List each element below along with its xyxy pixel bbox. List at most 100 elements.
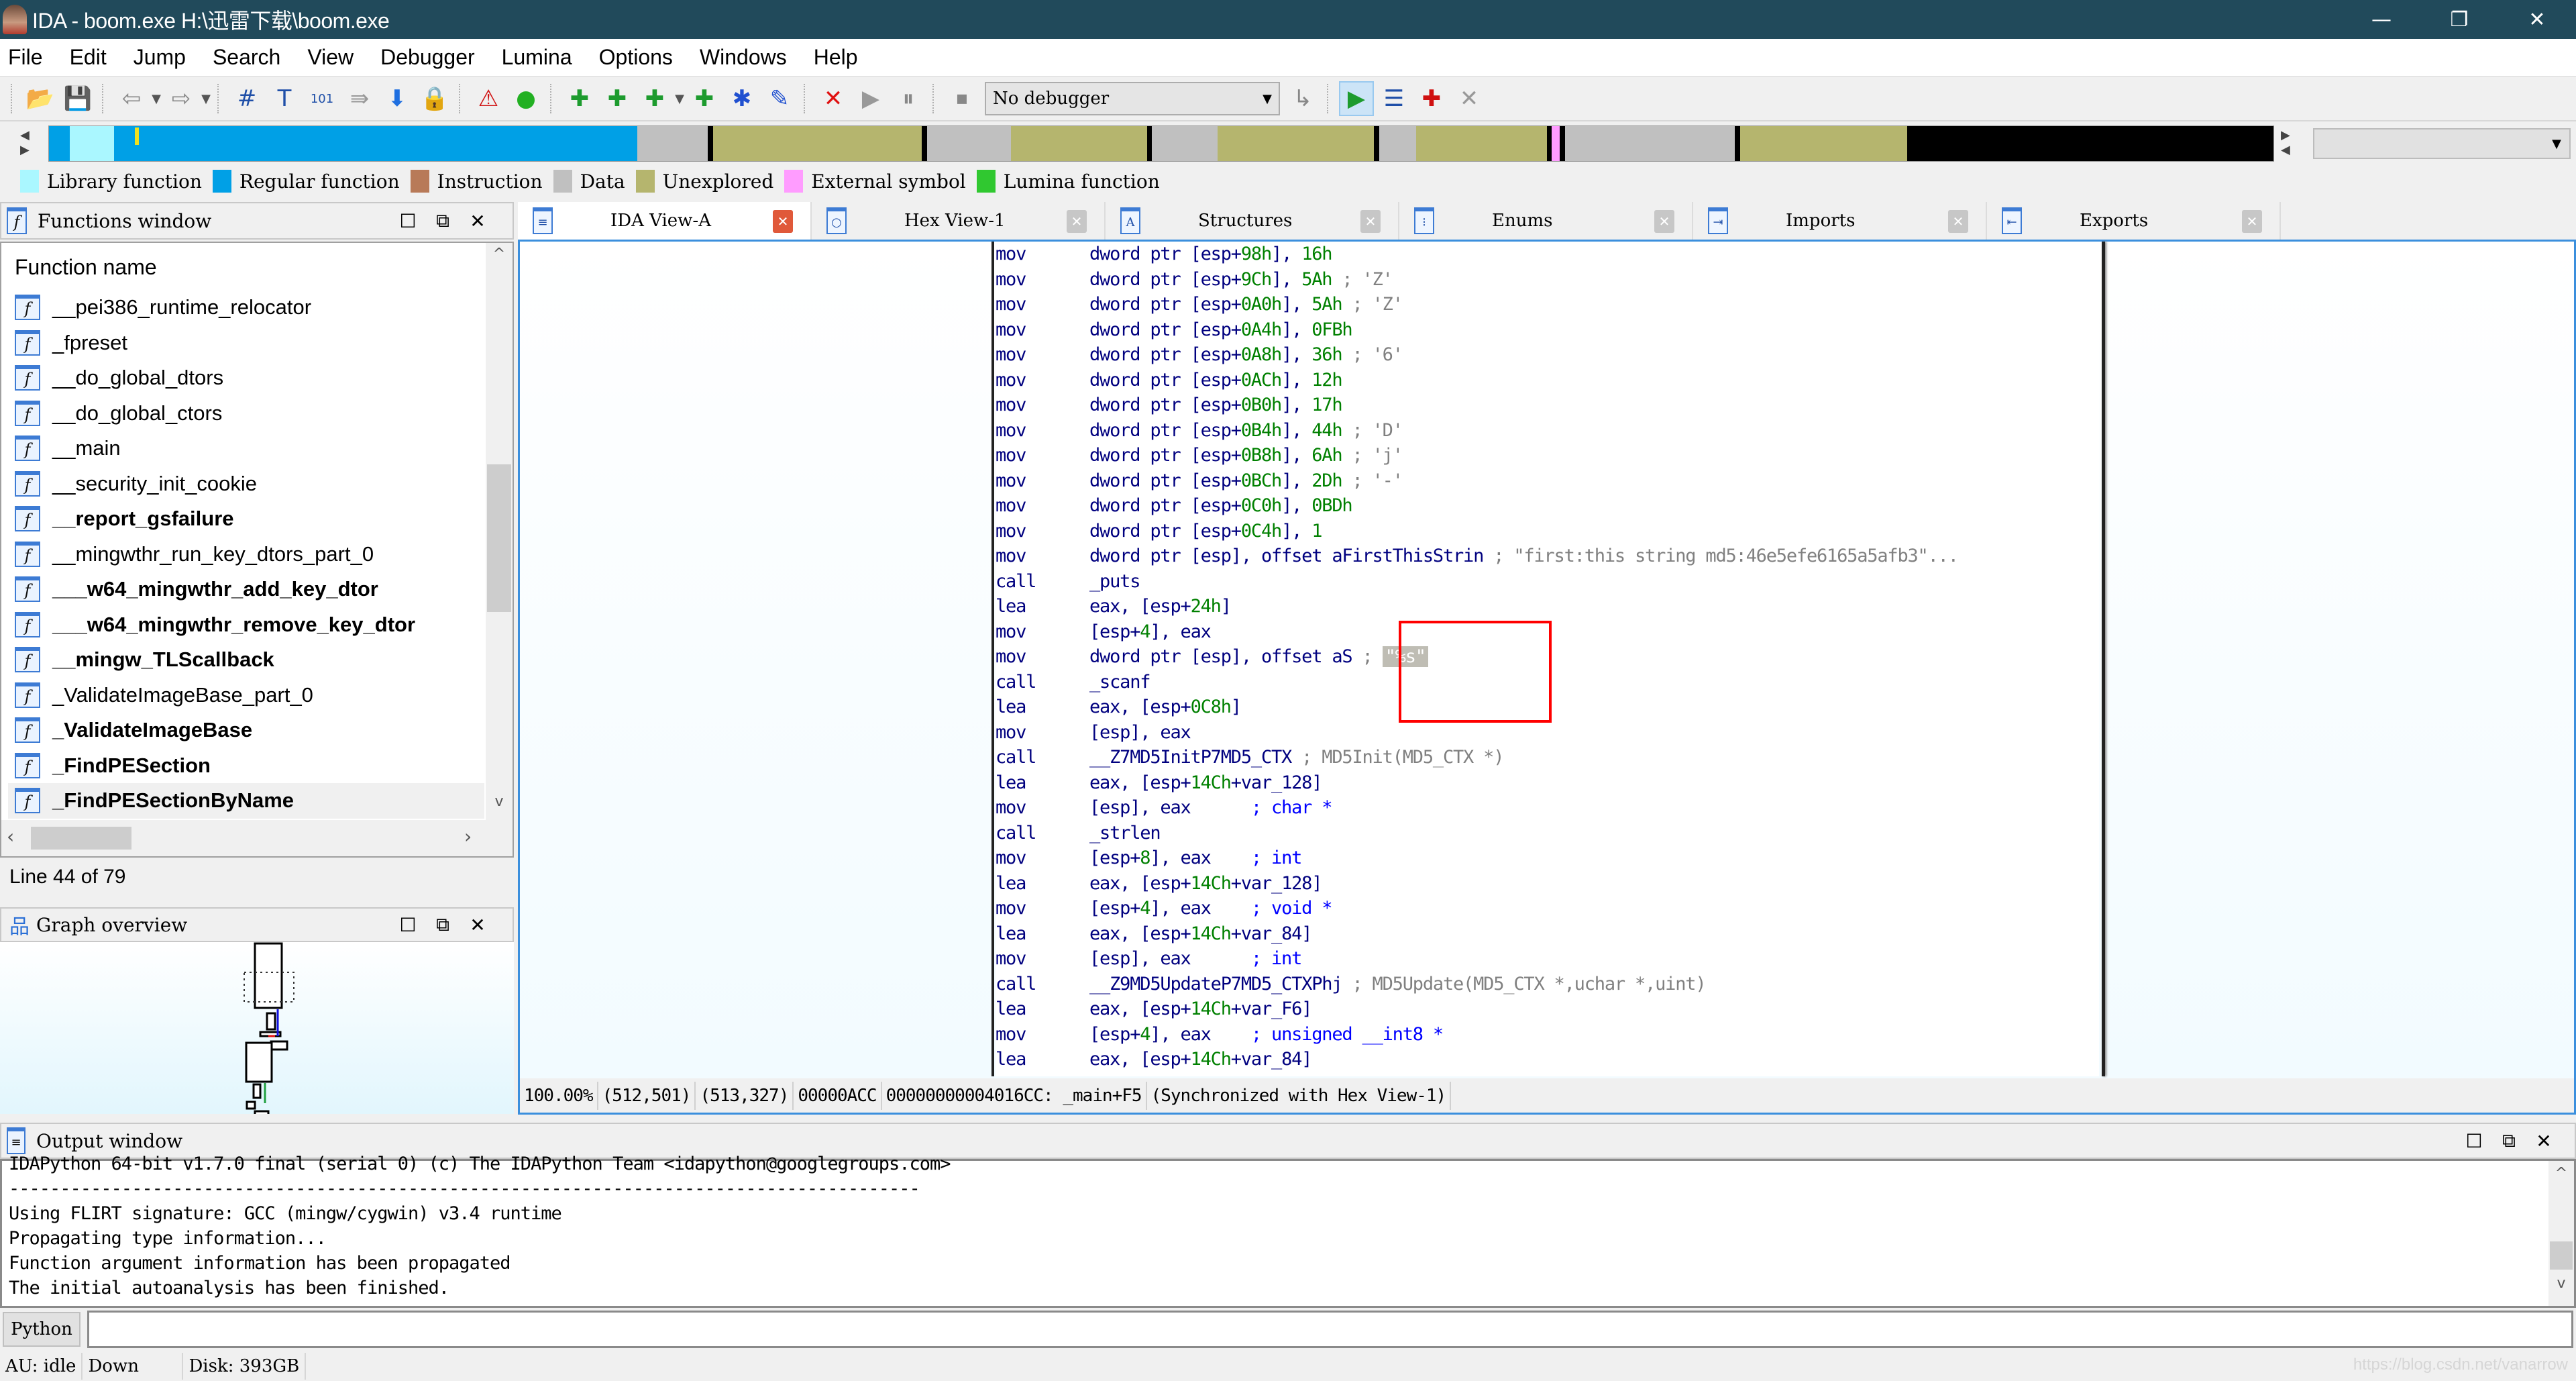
code-line[interactable]: mov dword ptr [esp], offset aFirstThisStr… bbox=[996, 544, 1959, 569]
create-struct-icon[interactable]: ✚ bbox=[687, 81, 722, 116]
scroll-up-icon[interactable]: ^ bbox=[486, 246, 513, 262]
graph-overview-canvas[interactable] bbox=[0, 942, 514, 1118]
delete-icon[interactable]: ✕ bbox=[816, 81, 851, 116]
toolbar-grip[interactable] bbox=[102, 84, 106, 113]
close-button[interactable]: ✕ bbox=[2498, 0, 2576, 39]
nav-segment-regular[interactable] bbox=[49, 126, 70, 161]
code-line[interactable]: mov [esp], eax ; int bbox=[996, 946, 1958, 972]
toolbar-grip[interactable] bbox=[1327, 84, 1331, 113]
function-list-item[interactable]: f __report_gsfailure bbox=[8, 501, 484, 537]
code-line[interactable]: mov [esp+4], eax ; unsigned __int8 * bbox=[996, 1022, 1958, 1047]
save-icon[interactable]: 💾 bbox=[60, 81, 95, 116]
float-icon[interactable]: ⧉ bbox=[425, 913, 460, 936]
python-language-button[interactable]: Python bbox=[3, 1312, 80, 1347]
nav-segment-data[interactable] bbox=[1152, 126, 1218, 161]
close-tab-icon[interactable]: ✕ bbox=[1948, 210, 1968, 233]
nav-segment-data[interactable] bbox=[1564, 126, 1735, 161]
menu-file[interactable]: File bbox=[8, 45, 43, 70]
code-line[interactable]: lea eax, [esp+14Ch+var_84] bbox=[996, 921, 1958, 947]
create-data-icon[interactable]: ✚ bbox=[600, 81, 635, 116]
pause-icon[interactable]: ⏸ bbox=[891, 81, 926, 116]
tab-imports[interactable]: ⇥ Imports ✕ bbox=[1693, 202, 1987, 240]
edit-icon[interactable]: ✎ bbox=[762, 81, 797, 116]
scroll-thumb[interactable] bbox=[2550, 1241, 2573, 1270]
output-vertical-scrollbar[interactable]: ^ v bbox=[2548, 1161, 2574, 1306]
function-list-item[interactable]: f __mingw_TLScallback bbox=[8, 642, 484, 678]
nav-segment-select[interactable]: ▼ bbox=[2313, 128, 2571, 159]
code-line[interactable]: mov dword ptr [esp+98h], 16h bbox=[996, 242, 1958, 267]
menu-edit[interactable]: Edit bbox=[70, 45, 107, 70]
nav-scroll-arrows-right[interactable]: ▶ ◀ bbox=[2281, 128, 2296, 158]
function-list-item[interactable]: f _ValidateImageBase_part_0 bbox=[8, 678, 484, 713]
menu-options[interactable]: Options bbox=[599, 45, 673, 70]
code-line[interactable]: mov dword ptr [esp+0ACh], 12h bbox=[996, 368, 1958, 393]
close-icon[interactable]: ✕ bbox=[460, 210, 495, 232]
search-text-icon[interactable]: T bbox=[267, 81, 302, 116]
menu-search[interactable]: Search bbox=[213, 45, 280, 70]
nav-segment-unexplored-black[interactable] bbox=[1907, 126, 2273, 161]
maximize-icon[interactable]: ☐ bbox=[2457, 1130, 2491, 1152]
dropdown-arrow-icon[interactable]: ▼ bbox=[150, 92, 162, 106]
code-line[interactable]: call _strlen bbox=[996, 821, 1958, 846]
run-to-cursor-icon[interactable]: ▶ bbox=[1339, 81, 1374, 116]
nav-segment-unexplored[interactable] bbox=[1217, 126, 1375, 161]
code-line[interactable]: call __Z7MD5InitP7MD5_CTX ; MD5Init(MD5_C… bbox=[996, 745, 1958, 770]
nav-segment-border[interactable] bbox=[1735, 126, 1740, 161]
warning-icon[interactable]: ⚠ bbox=[471, 81, 506, 116]
float-icon[interactable]: ⧉ bbox=[2491, 1129, 2526, 1152]
navigation-strip[interactable] bbox=[48, 125, 2274, 162]
back-arrow-icon[interactable]: ⇦ bbox=[114, 81, 149, 116]
code-line[interactable]: mov dword ptr [esp+0A4h], 0FBh bbox=[996, 317, 1958, 343]
maximize-icon[interactable]: ☐ bbox=[390, 914, 425, 936]
open-folder-icon[interactable]: 📂 bbox=[23, 81, 58, 116]
nav-segment-border[interactable] bbox=[922, 126, 928, 161]
search-next-icon[interactable]: ⇛ bbox=[342, 81, 377, 116]
nav-segment-border[interactable] bbox=[1146, 126, 1152, 161]
code-line[interactable]: mov dword ptr [esp+0A0h], 5Ah ; 'Z' bbox=[996, 292, 1958, 317]
nav-segment-unexplored[interactable] bbox=[1010, 126, 1147, 161]
nav-segment-external[interactable] bbox=[1552, 126, 1560, 161]
function-list-item[interactable]: f _FindPESection bbox=[8, 748, 484, 784]
code-line[interactable]: call _puts bbox=[996, 569, 1958, 595]
nav-segment-border[interactable] bbox=[1546, 126, 1552, 161]
nav-segment-data[interactable] bbox=[927, 126, 1011, 161]
code-line[interactable]: mov dword ptr [esp+0C4h], 1 bbox=[996, 519, 1958, 544]
nav-segment-data[interactable] bbox=[1379, 126, 1416, 161]
nav-segment-data[interactable] bbox=[637, 126, 708, 161]
toolbar-grip[interactable] bbox=[459, 84, 463, 113]
nav-segment-regular[interactable] bbox=[114, 126, 637, 161]
menu-view[interactable]: View bbox=[307, 45, 354, 70]
nav-segment-border[interactable] bbox=[1560, 126, 1565, 161]
tab-structures[interactable]: A Structures ✕ bbox=[1106, 202, 1399, 240]
code-line[interactable]: mov [esp], eax ; char * bbox=[996, 795, 1958, 821]
restore-button[interactable]: ❐ bbox=[2420, 0, 2498, 39]
tab-enums[interactable]: ⁝ Enums ✕ bbox=[1399, 202, 1693, 240]
function-list-item[interactable]: f __pei386_runtime_relocator bbox=[8, 290, 484, 325]
toolbar-grip[interactable] bbox=[932, 84, 936, 113]
code-line[interactable]: mov [esp+4], eax ; void * bbox=[996, 896, 1958, 921]
column-header-function-name[interactable]: Function name bbox=[15, 255, 157, 280]
code-line[interactable]: mov dword ptr [esp+9Ch], 5Ah ; 'Z' bbox=[996, 267, 1958, 293]
code-line[interactable]: mov dword ptr [esp+0B8h], 6Ah ; 'j' bbox=[996, 443, 1958, 468]
toolbar-grip[interactable] bbox=[804, 84, 808, 113]
function-list-item[interactable]: f _ValidateImageBase bbox=[8, 713, 484, 748]
step-into-icon[interactable]: ↳ bbox=[1285, 81, 1320, 116]
code-line[interactable]: mov [esp+8], eax ; int bbox=[996, 846, 1958, 871]
scroll-thumb[interactable] bbox=[487, 464, 511, 612]
function-list-item[interactable]: f _FindPESectionByName bbox=[8, 783, 484, 819]
minimize-button[interactable]: — bbox=[2343, 0, 2420, 39]
nav-segment-border[interactable] bbox=[707, 126, 713, 161]
function-list-item[interactable]: f __mingwthr_run_key_dtors_part_0 bbox=[8, 537, 484, 572]
menu-jump[interactable]: Jump bbox=[133, 45, 186, 70]
nav-segment-unexplored[interactable] bbox=[712, 126, 922, 161]
function-list-item[interactable]: f _fpreset bbox=[8, 325, 484, 361]
nav-scroll-arrows[interactable]: ◀ ▶ bbox=[20, 128, 35, 159]
scroll-up-icon[interactable]: ^ bbox=[2548, 1165, 2574, 1182]
close-tab-icon[interactable]: ✕ bbox=[2242, 210, 2262, 233]
functions-vertical-scrollbar[interactable]: ^ v bbox=[486, 243, 513, 820]
code-line[interactable]: call __Z9MD5UpdateP7MD5_CTXPhj ; MD5Updat… bbox=[996, 972, 1958, 997]
tab-ida-view-a[interactable]: ≡ IDA View-A ✕ bbox=[518, 202, 812, 240]
function-list-item[interactable]: f __do_global_dtors bbox=[8, 360, 484, 396]
jump-down-icon[interactable]: ⬇ bbox=[380, 81, 415, 116]
code-line[interactable]: mov [esp], eax bbox=[996, 720, 1958, 746]
